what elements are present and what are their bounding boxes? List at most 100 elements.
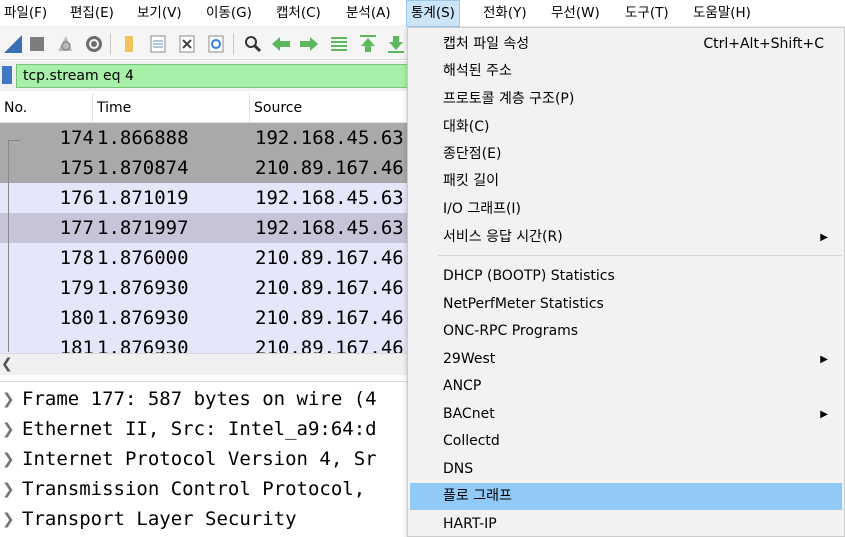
save-file-icon[interactable] bbox=[147, 33, 169, 55]
table-row-selected[interactable]: 177 1.871997 192.168.45.63 bbox=[0, 213, 410, 243]
submenu-arrow-icon: ▶ bbox=[820, 354, 828, 365]
packet-no: 177 bbox=[59, 217, 94, 239]
close-file-icon[interactable] bbox=[176, 33, 198, 55]
conversation-bracket bbox=[8, 140, 20, 352]
expand-chevron-icon[interactable]: ❯ bbox=[2, 414, 15, 444]
menu-analyze[interactable]: 분석(A) bbox=[342, 0, 395, 27]
table-row[interactable]: 181 1.876930 210.89.167.46 bbox=[0, 333, 410, 353]
menu-item-netperfmeter-statistics[interactable]: NetPerfMeter Statistics bbox=[408, 291, 844, 318]
menu-help[interactable]: 도움말(H) bbox=[689, 0, 755, 27]
menu-item-bacnet[interactable]: BACnet ▶ bbox=[408, 401, 844, 428]
menu-file[interactable]: 파일(F) bbox=[0, 0, 51, 27]
packet-time: 1.871019 bbox=[97, 187, 189, 209]
packet-no: 176 bbox=[59, 187, 94, 209]
menu-item-label: 캡처 파일 속성 bbox=[443, 36, 530, 52]
go-to-packet-icon[interactable] bbox=[328, 33, 350, 55]
expand-chevron-icon[interactable]: ❯ bbox=[2, 474, 15, 504]
tree-item[interactable]: ❯ Transmission Control Protocol, bbox=[0, 474, 410, 504]
toolbar-separator bbox=[233, 33, 234, 55]
table-row[interactable]: 178 1.876000 210.89.167.46 bbox=[0, 243, 410, 273]
packet-list-hscrollbar[interactable]: ❮ bbox=[0, 353, 410, 375]
menu-item-packet-lengths[interactable]: 패킷 길이 bbox=[408, 168, 844, 195]
packet-no: 175 bbox=[59, 157, 94, 179]
menu-go[interactable]: 이동(G) bbox=[202, 0, 256, 27]
table-row[interactable]: 174 1.866888 192.168.45.63 bbox=[0, 123, 410, 153]
expand-chevron-icon[interactable]: ❯ bbox=[2, 504, 15, 534]
table-row[interactable]: 175 1.870874 210.89.167.46 bbox=[0, 153, 410, 183]
packet-time: 1.866888 bbox=[97, 127, 189, 149]
restart-icon[interactable] bbox=[54, 33, 76, 55]
tree-item-label: Frame 177: 587 bytes on wire (4 bbox=[22, 388, 377, 410]
menu-item-hart-ip[interactable]: HART-IP bbox=[408, 511, 844, 537]
menu-item-dhcp-statistics[interactable]: DHCP (BOOTP) Statistics bbox=[408, 263, 844, 290]
menu-item-dns[interactable]: DNS bbox=[408, 456, 844, 483]
options-gear-icon[interactable] bbox=[83, 33, 105, 55]
tree-item[interactable]: ❯ Internet Protocol Version 4, Sr bbox=[0, 444, 410, 474]
display-filter-input[interactable]: tcp.stream eq 4 bbox=[16, 64, 410, 88]
menu-telephony[interactable]: 전화(Y) bbox=[479, 0, 531, 27]
column-header-source[interactable]: Source bbox=[250, 93, 410, 123]
shark-fin-start-icon[interactable] bbox=[2, 33, 24, 55]
tree-item[interactable]: ❯ Ethernet II, Src: Intel_a9:64:d bbox=[0, 414, 410, 444]
menu-view[interactable]: 보기(V) bbox=[133, 0, 186, 27]
column-header-time[interactable]: Time bbox=[93, 93, 250, 123]
column-header-no[interactable]: No. bbox=[0, 93, 93, 123]
table-row[interactable]: 179 1.876930 210.89.167.46 bbox=[0, 273, 410, 303]
packet-source: 192.168.45.63 bbox=[255, 217, 404, 239]
menu-item-label: ANCP bbox=[443, 378, 482, 394]
submenu-arrow-icon: ▶ bbox=[820, 232, 828, 243]
menu-item-io-graph[interactable]: I/O 그래프(I) bbox=[408, 196, 844, 223]
packet-time: 1.876930 bbox=[97, 307, 189, 329]
menu-item-29west[interactable]: 29West ▶ bbox=[408, 346, 844, 373]
expand-chevron-icon[interactable]: ❯ bbox=[2, 384, 15, 414]
tree-item[interactable]: ❯ Frame 177: 587 bytes on wire (4 bbox=[0, 384, 410, 414]
menu-item-shortcut: Ctrl+Alt+Shift+C bbox=[703, 36, 824, 52]
menu-bar: 파일(F) 편집(E) 보기(V) 이동(G) 캡처(C) 분석(A) 통계(S… bbox=[0, 0, 845, 27]
stop-icon[interactable] bbox=[26, 33, 48, 55]
packet-source: 192.168.45.63 bbox=[255, 127, 404, 149]
menu-item-endpoints[interactable]: 종단점(E) bbox=[408, 141, 844, 168]
tree-item-label: Transmission Control Protocol, bbox=[22, 478, 366, 500]
tree-item-label: Ethernet II, Src: Intel_a9:64:d bbox=[22, 418, 377, 440]
reload-icon[interactable] bbox=[205, 33, 227, 55]
menu-statistics[interactable]: 통계(S) bbox=[406, 0, 460, 27]
menu-item-resolved-addresses[interactable]: 해석된 주소 bbox=[408, 58, 844, 85]
go-last-packet-icon[interactable] bbox=[385, 33, 407, 55]
packet-source: 210.89.167.46 bbox=[255, 277, 404, 299]
menu-item-label: 대화(C) bbox=[443, 119, 490, 135]
menu-item-onc-rpc-programs[interactable]: ONC-RPC Programs bbox=[408, 318, 844, 345]
open-folder-icon[interactable] bbox=[118, 33, 140, 55]
find-packet-search-icon[interactable] bbox=[242, 33, 264, 55]
menu-item-protocol-hierarchy[interactable]: 프로토콜 계층 구조(P) bbox=[408, 86, 844, 113]
go-first-packet-icon[interactable] bbox=[357, 33, 379, 55]
tree-item[interactable]: ❯ Transport Layer Security bbox=[0, 504, 410, 534]
go-forward-arrow-icon[interactable] bbox=[298, 33, 320, 55]
menu-item-ancp[interactable]: ANCP bbox=[408, 373, 844, 400]
packet-no: 181 bbox=[59, 337, 94, 353]
packet-no: 178 bbox=[59, 247, 94, 269]
table-row[interactable]: 180 1.876930 210.89.167.46 bbox=[0, 303, 410, 333]
go-back-arrow-icon[interactable] bbox=[270, 33, 292, 55]
display-filter-bar: tcp.stream eq 4 bbox=[0, 61, 410, 91]
menu-item-label: HART-IP bbox=[443, 516, 497, 532]
menu-tools[interactable]: 도구(T) bbox=[621, 0, 673, 27]
bookmark-icon[interactable] bbox=[2, 66, 12, 84]
menu-item-conversations[interactable]: 대화(C) bbox=[408, 114, 844, 141]
packet-no: 174 bbox=[59, 127, 94, 149]
menu-item-label: 프로토콜 계층 구조(P) bbox=[443, 91, 575, 107]
menu-item-service-response-time[interactable]: 서비스 응답 시간(R) ▶ bbox=[408, 224, 844, 251]
submenu-arrow-icon: ▶ bbox=[820, 409, 828, 420]
menu-edit[interactable]: 편집(E) bbox=[66, 0, 118, 27]
menu-capture[interactable]: 캡처(C) bbox=[272, 0, 325, 27]
expand-chevron-icon[interactable]: ❯ bbox=[2, 444, 15, 474]
menu-item-collectd[interactable]: Collectd bbox=[408, 428, 844, 455]
table-row[interactable]: 176 1.871019 192.168.45.63 bbox=[0, 183, 410, 213]
menu-item-flow-graph[interactable]: 플로 그래프 bbox=[410, 483, 842, 510]
statistics-dropdown-menu: 캡처 파일 속성 Ctrl+Alt+Shift+C 해석된 주소 프로토콜 계층… bbox=[407, 27, 845, 537]
menu-item-label: 종단점(E) bbox=[443, 146, 502, 162]
scroll-left-icon[interactable]: ❮ bbox=[1, 356, 13, 372]
menu-item-label: 플로 그래프 bbox=[443, 488, 512, 504]
menu-wireless[interactable]: 무선(W) bbox=[547, 0, 604, 27]
menu-item-label: ONC-RPC Programs bbox=[443, 323, 579, 339]
menu-item-capture-file-properties[interactable]: 캡처 파일 속성 Ctrl+Alt+Shift+C bbox=[408, 31, 844, 58]
